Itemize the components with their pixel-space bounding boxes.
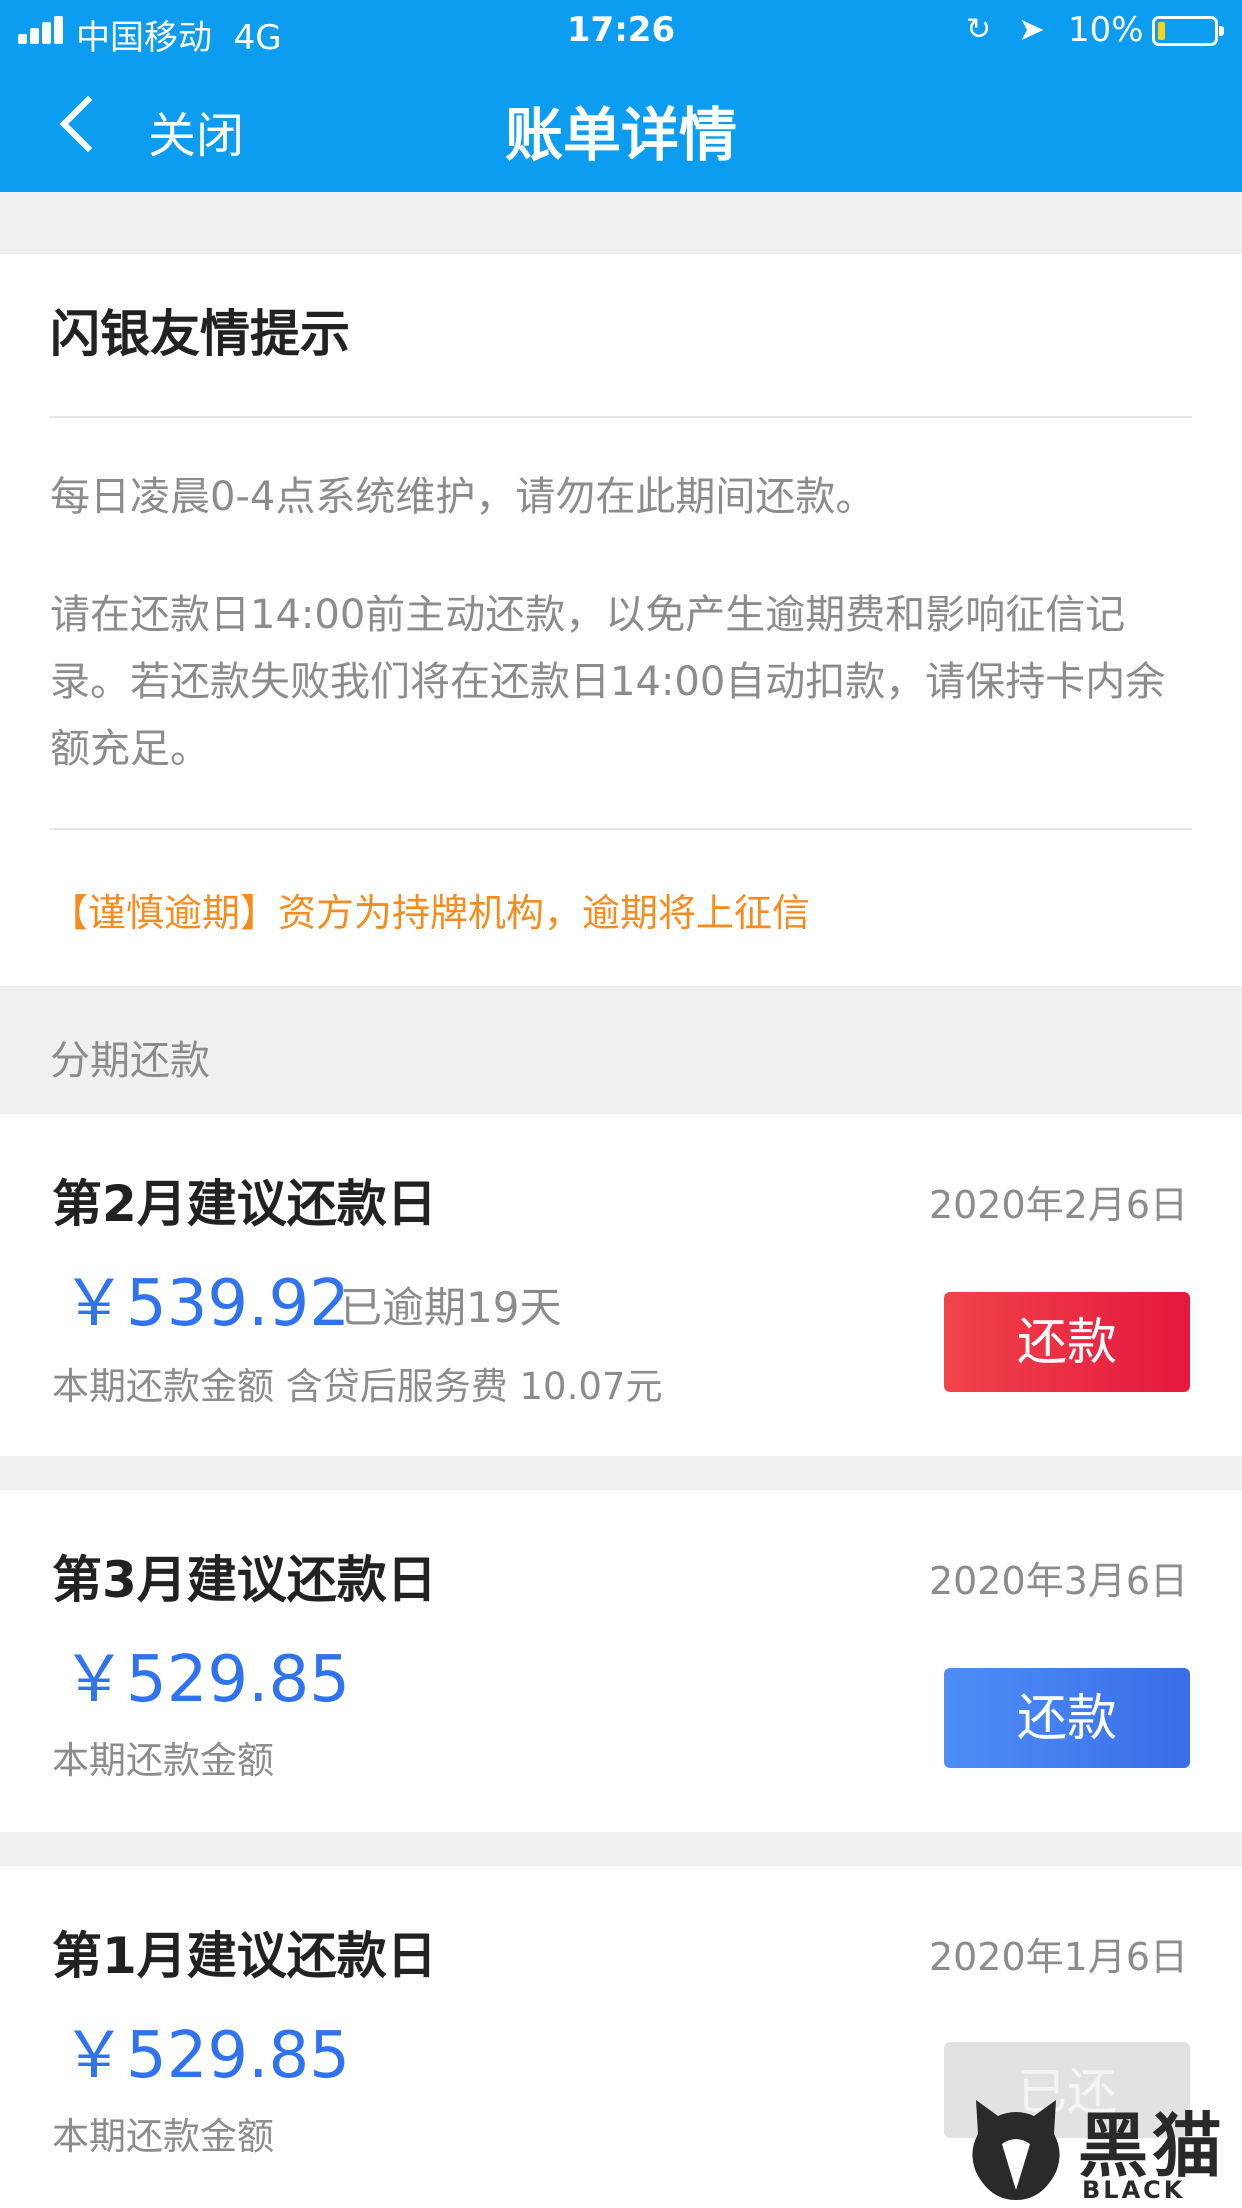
installment-date: 2020年1月6日 <box>928 1935 1188 1979</box>
location-arrow-icon: ➤ <box>1018 10 1045 48</box>
installment-subtitle: 本期还款金额 <box>52 1739 274 1782</box>
page-title: 账单详情 <box>504 101 737 169</box>
overdue-status: 已逾期19天 <box>340 1283 562 1332</box>
installment-date: 2020年2月6日 <box>928 1183 1188 1227</box>
installment-card: 第3月建议还款日 2020年3月6日 ￥529.85 本期还款金额 还款 <box>0 1490 1242 1832</box>
divider <box>50 416 1192 418</box>
installment-amount: ￥539.92 <box>62 1267 350 1341</box>
maintenance-notice: 每日凌晨0-4点系统维护，请勿在此期间还款。 <box>50 474 876 520</box>
repayment-notice: 请在还款日14:00前主动还款，以免产生逾期费和影响征信记录。若还款失败我们将在… <box>50 592 1166 772</box>
installment-card: 第2月建议还款日 2020年2月6日 ￥539.92 已逾期19天 本期还款金额… <box>0 1114 1242 1456</box>
installment-subtitle: 本期还款金额 含贷后服务费 10.07元 <box>52 1365 663 1408</box>
watermark: 黑猫 BLACK CAT <box>968 2090 1242 2208</box>
watermark-en: BLACK CAT <box>1082 2176 1186 2208</box>
repay-button[interactable]: 还款 <box>944 1668 1190 1768</box>
divider <box>50 828 1192 830</box>
battery-percent: 10% <box>1068 10 1144 50</box>
installment-date: 2020年3月6日 <box>928 1559 1188 1603</box>
battery-icon <box>1152 16 1224 46</box>
clock: 17:26 <box>566 10 676 50</box>
installment-title: 第3月建议还款日 <box>52 1551 437 1609</box>
status-bar: 中国移动 4G 17:26 ↻ ➤ 10% <box>0 0 1242 60</box>
installment-amount: ￥529.85 <box>62 2019 350 2093</box>
installment-subtitle: 本期还款金额 <box>52 2115 274 2158</box>
nav-bar: 关闭 账单详情 <box>0 60 1242 192</box>
repay-button[interactable]: 还款 <box>944 1292 1190 1392</box>
tips-title: 闪银友情提示 <box>50 305 350 363</box>
section-label: 分期还款 <box>50 1038 210 1084</box>
tips-card: 闪银友情提示 每日凌晨0-4点系统维护，请勿在此期间还款。 请在还款日14:00… <box>0 254 1242 986</box>
installment-title: 第1月建议还款日 <box>52 1927 437 1985</box>
installment-amount: ￥529.85 <box>62 1643 350 1717</box>
overdue-warning: 【谨慎逾期】资方为持牌机构，逾期将上征信 <box>50 891 811 935</box>
orientation-lock-icon: ↻ <box>966 12 992 47</box>
installment-title: 第2月建议还款日 <box>52 1175 437 1233</box>
black-cat-logo-icon <box>972 2100 1060 2200</box>
